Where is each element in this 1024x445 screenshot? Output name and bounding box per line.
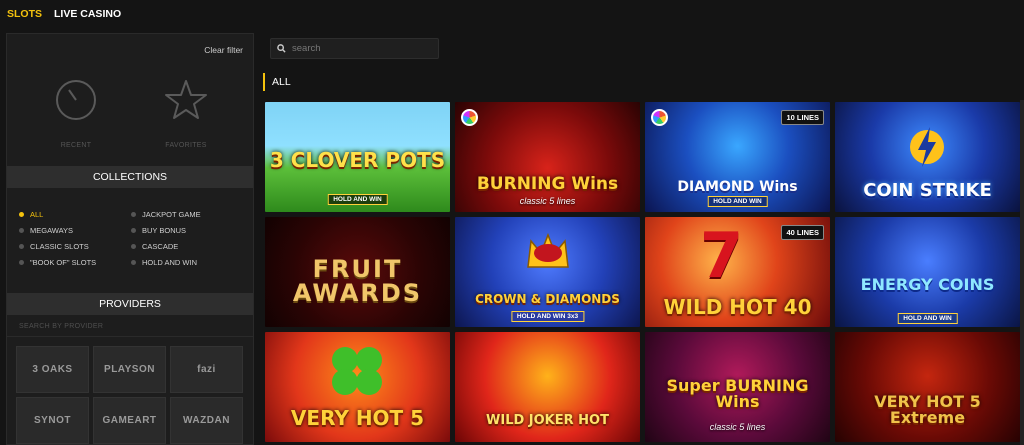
game-subtitle: HOLD AND WIN <box>707 196 768 207</box>
game-title: 3 CLOVER POTS <box>269 148 446 172</box>
game-tile-wild-hot-40[interactable]: 40 LINES 7 WILD HOT 40 <box>645 217 830 327</box>
provider-wazdan[interactable]: WAZDAN <box>170 397 243 444</box>
radio-dot-icon <box>131 244 136 249</box>
collection-jackpot-game[interactable]: JACKPOT GAME <box>131 210 201 219</box>
game-subtitle: classic 5 lines <box>709 422 766 432</box>
game-subtitle: HOLD AND WIN <box>327 194 388 205</box>
search-icon <box>277 44 286 53</box>
game-tile-very-hot-5[interactable]: VERY HOT 5 <box>265 332 450 442</box>
provider-fazi[interactable]: fazi <box>170 346 243 393</box>
providers-header: PROVIDERS <box>7 293 253 315</box>
provider-logo: SYNOT <box>34 415 71 426</box>
radio-dot-icon <box>19 260 24 265</box>
collection-cascade[interactable]: CASCADE <box>131 242 178 251</box>
seven-icon: 7 <box>700 219 744 292</box>
provider-search-input[interactable] <box>19 319 245 333</box>
provider-logo: 3 OAKS <box>32 364 73 375</box>
category-title: ALL <box>263 73 291 91</box>
recent-icon <box>56 80 96 120</box>
game-tile-wild-joker-hot[interactable]: WILD JOKER HOT <box>455 332 640 442</box>
collections-header: COLLECTIONS <box>7 166 253 188</box>
divider <box>7 336 253 337</box>
star-icon <box>165 80 207 119</box>
game-title: WILD HOT 40 <box>663 295 812 319</box>
radio-dot-icon <box>131 228 136 233</box>
collection-hold-and-win[interactable]: HOLD AND WIN <box>131 258 197 267</box>
provider-logo: WAZDAN <box>183 415 230 426</box>
clover-icon <box>332 347 382 395</box>
provider-gameart[interactable]: GAMEART <box>93 397 166 444</box>
radio-dot-icon <box>131 212 136 217</box>
game-subtitle: HOLD AND WIN <box>897 313 958 324</box>
collection-megaways[interactable]: MEGAWAYS <box>19 226 73 235</box>
recent-label: RECENT <box>60 142 92 149</box>
game-title: COIN STRIKE <box>863 180 992 201</box>
game-tile-diamond-wins[interactable]: 10 LINES DIAMOND Wins HOLD AND WIN <box>645 102 830 212</box>
search-input[interactable] <box>292 43 422 54</box>
radio-dot-icon <box>19 212 24 217</box>
crown-icon <box>527 232 569 268</box>
provider-logo: GAMEART <box>102 415 157 426</box>
provider-3-oaks[interactable]: 3 OAKS <box>16 346 89 393</box>
provider-logo: PLAYSON <box>104 364 155 375</box>
lines-badge: 40 LINES <box>781 225 824 240</box>
radio-dot-icon <box>19 244 24 249</box>
lines-badge: 10 LINES <box>781 110 824 125</box>
game-tile-3-clover-pots[interactable]: 3 CLOVER POTS HOLD AND WIN <box>265 102 450 212</box>
collection-buy-bonus[interactable]: BUY BONUS <box>131 226 186 235</box>
game-subtitle: HOLD AND WIN 3x3 <box>510 311 585 322</box>
radio-dot-icon <box>131 260 136 265</box>
lightning-icon <box>910 127 944 167</box>
game-title: Super BURNING Wins <box>666 376 809 411</box>
provider-logo: fazi <box>197 364 216 375</box>
wheel-icon <box>461 109 478 126</box>
wheel-icon <box>651 109 668 126</box>
game-tile-crown-diamonds[interactable]: CROWN & DIAMONDS HOLD AND WIN 3x3 <box>455 217 640 327</box>
provider-playson[interactable]: PLAYSON <box>93 346 166 393</box>
clear-filter-link[interactable]: Clear filter <box>204 45 243 55</box>
game-title: VERY HOT 5 Extreme <box>874 392 981 427</box>
recent-filter-button[interactable]: RECENT <box>36 78 116 149</box>
game-tile-burning-wins[interactable]: BURNING Wins classic 5 lines <box>455 102 640 212</box>
game-title: CROWN & DIAMONDS <box>475 292 620 306</box>
game-tile-fruit-awards[interactable]: FRUIT AWARDS <box>265 217 450 327</box>
game-tile-very-hot-5-extreme[interactable]: VERY HOT 5 Extreme <box>835 332 1020 442</box>
game-tile-coin-strike[interactable]: COIN STRIKE <box>835 102 1020 212</box>
game-tile-super-burning-wins[interactable]: Super BURNING Wins classic 5 lines <box>645 332 830 442</box>
game-title: FRUIT AWARDS <box>292 255 423 307</box>
game-title: WILD JOKER HOT <box>486 413 609 428</box>
page-scrollbar[interactable] <box>1020 100 1024 445</box>
collection-all[interactable]: ALL <box>19 210 43 219</box>
filter-sidebar: Clear filter RECENT FAVORITES COLLECTION… <box>6 33 254 445</box>
radio-dot-icon <box>19 228 24 233</box>
game-title: VERY HOT 5 <box>290 406 425 430</box>
tab-live-casino[interactable]: LIVE CASINO <box>54 8 121 20</box>
game-subtitle: classic 5 lines <box>519 196 576 206</box>
favorites-filter-button[interactable]: FAVORITES <box>146 78 226 149</box>
games-grid: 3 CLOVER POTS HOLD AND WIN BURNING Wins … <box>265 102 1024 445</box>
game-title: ENERGY COINS <box>860 275 995 294</box>
tab-slots[interactable]: SLOTS <box>7 8 42 20</box>
collection-book-of-slots[interactable]: "BOOK OF" SLOTS <box>19 258 96 267</box>
game-search <box>270 38 439 59</box>
game-title: DIAMOND Wins <box>677 179 798 195</box>
provider-synot[interactable]: SYNOT <box>16 397 89 444</box>
collection-classic-slots[interactable]: CLASSIC SLOTS <box>19 242 89 251</box>
game-tile-energy-coins[interactable]: ENERGY COINS HOLD AND WIN <box>835 217 1020 327</box>
top-nav: SLOTS LIVE CASINO <box>0 0 1024 28</box>
favorites-label: FAVORITES <box>165 142 207 149</box>
game-title: BURNING Wins <box>476 174 619 194</box>
